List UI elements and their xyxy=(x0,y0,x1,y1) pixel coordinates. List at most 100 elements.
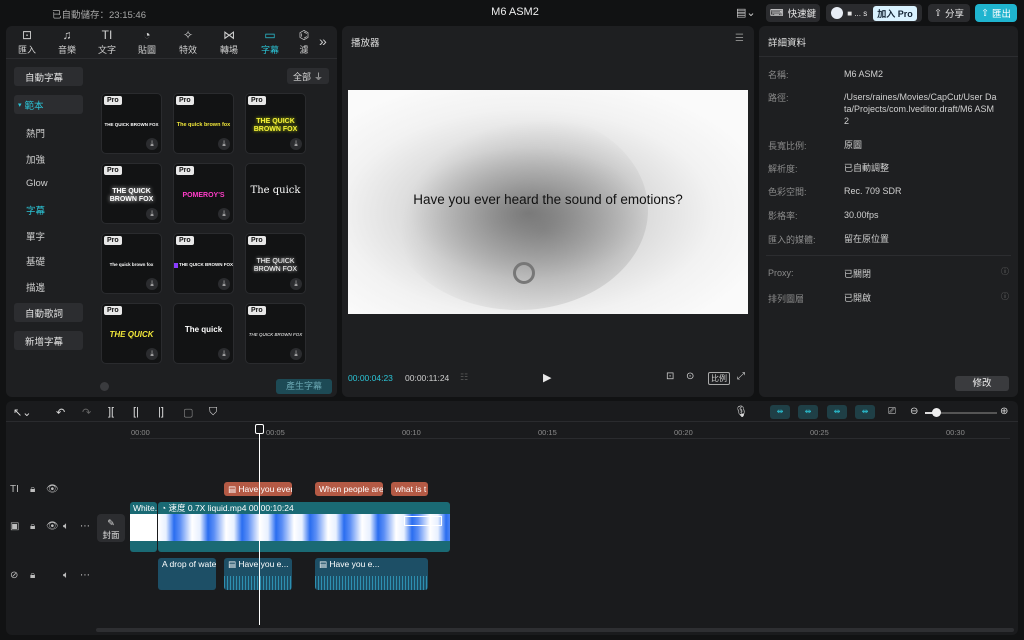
modify-button[interactable]: 修改 xyxy=(955,376,1009,391)
export-button[interactable]: ⇧ 匯出 xyxy=(975,4,1017,22)
caption-template-card[interactable]: Pro THE QUICK BROWN FOX ⤓ xyxy=(245,233,306,294)
caption-clip[interactable]: ▤ Have you ever xyxy=(224,482,292,496)
shortcuts-button[interactable]: ⌨ 快速鍵 xyxy=(766,4,820,22)
video-clip-liquid[interactable]: ◔ 速度 0.7X liquid.mp4 00:00:10:24 xyxy=(158,502,450,552)
download-icon[interactable]: ⤓ xyxy=(290,278,302,290)
play-icon[interactable]: ▶ xyxy=(543,371,551,384)
download-icon[interactable]: ⤓ xyxy=(146,348,158,360)
caption-template-card[interactable]: Pro THE QUICK BROWN FOX ⤓ xyxy=(245,303,306,364)
screen-icon[interactable]: ⎚ xyxy=(888,406,896,417)
download-icon[interactable]: ⤓ xyxy=(146,278,158,290)
add-caption-button[interactable]: 新增字幕 xyxy=(14,331,83,350)
cover-button[interactable]: ✎ 封面 xyxy=(97,514,125,542)
more-tools-icon[interactable]: » xyxy=(319,33,327,49)
link-icon[interactable]: ⇹ xyxy=(798,405,818,419)
playhead-handle[interactable] xyxy=(255,424,264,434)
account-button[interactable]: ■ ... s 加入 Pro xyxy=(826,4,922,22)
horizontal-scrollbar[interactable] xyxy=(96,628,1014,632)
auto-caption-button[interactable]: 自動字幕 xyxy=(14,67,83,86)
undo-icon[interactable]: ↶ xyxy=(56,406,65,419)
caption-template-card[interactable]: Pro POMEROY'S ⤓ xyxy=(173,163,234,224)
caption-overlay[interactable]: Have you ever heard the sound of emotion… xyxy=(348,192,748,207)
more-icon[interactable]: ⋯ xyxy=(80,570,90,581)
radio-icon[interactable] xyxy=(100,381,109,391)
category-glow[interactable]: Glow xyxy=(26,178,48,189)
zoom-slider-handle[interactable] xyxy=(932,408,941,417)
ratio-button[interactable]: 比例 xyxy=(708,372,730,385)
caption-template-card[interactable]: The quick xyxy=(245,163,306,224)
caption-template-card[interactable]: Pro The quick brown fox ⤓ xyxy=(101,233,162,294)
download-icon[interactable]: ⤓ xyxy=(146,138,158,150)
info-icon[interactable]: ⓘ xyxy=(1001,291,1009,302)
redo-icon[interactable]: ↷ xyxy=(82,406,91,419)
caption-template-card[interactable]: Pro THE QUICK BROWN FOX ⤓ xyxy=(101,163,162,224)
tool-audio[interactable]: ♫ 音樂 xyxy=(50,28,84,56)
share-button[interactable]: ⇪ 分享 xyxy=(928,4,970,22)
audio-clip[interactable]: ▤ Have you e... xyxy=(224,558,292,590)
download-icon[interactable]: ⤓ xyxy=(290,138,302,150)
caption-template-card[interactable]: Pro THE QUICK ⤓ xyxy=(101,303,162,364)
category-word[interactable]: 單字 xyxy=(26,229,45,243)
menu-icon[interactable]: ☰ xyxy=(735,33,744,44)
category-stroke[interactable]: 描邊 xyxy=(26,280,45,294)
generate-caption-button[interactable]: 產生字幕 xyxy=(276,378,332,394)
eye-icon[interactable]: 👁︎ xyxy=(46,521,59,532)
split-icon[interactable]: ][ xyxy=(108,406,114,418)
video-clip-white[interactable]: White. xyxy=(130,502,157,552)
download-icon[interactable]: ⤓ xyxy=(146,208,158,220)
audio-clip[interactable]: A drop of water xyxy=(158,558,216,590)
download-icon[interactable]: ⤓ xyxy=(218,348,230,360)
tool-text[interactable]: TI 文字 xyxy=(90,28,124,56)
timeline-grid-icon[interactable]: ☷ xyxy=(460,372,468,383)
split-left-icon[interactable]: [| xyxy=(133,406,139,418)
zoom-icon[interactable]: ⊙ xyxy=(686,371,694,382)
magnet-icon[interactable]: ⇹ xyxy=(770,405,790,419)
fit-icon[interactable]: ⊡ xyxy=(666,371,674,382)
download-icon[interactable]: ⤓ xyxy=(290,348,302,360)
caption-template-card[interactable]: Pro THE QUICK BROWN FOX ⤓ xyxy=(245,93,306,154)
download-icon[interactable]: ⤓ xyxy=(218,138,230,150)
caption-template-card[interactable]: Pro THE QUICK BROWN FOX ⤓ xyxy=(173,233,234,294)
caption-clip[interactable]: what is t xyxy=(391,482,428,496)
fullscreen-icon[interactable]: ⤢ xyxy=(737,371,745,382)
audio-clip[interactable]: ▤ Have you e... xyxy=(315,558,428,590)
layout-icon[interactable]: ▤⌄ xyxy=(736,6,756,19)
lock-icon[interactable]: 🔒︎ xyxy=(30,521,35,532)
template-section[interactable]: ▾ 範本 xyxy=(14,95,83,114)
split-right-icon[interactable]: |] xyxy=(158,406,164,418)
tool-sticker[interactable]: ◔ 貼圖 xyxy=(130,28,164,56)
zoom-in-icon[interactable]: ⊕ xyxy=(1000,406,1008,417)
category-captions[interactable]: 字幕 xyxy=(26,203,45,217)
category-basic[interactable]: 基礎 xyxy=(26,254,45,268)
preview-axis-icon[interactable]: ⇹ xyxy=(827,405,847,419)
join-pro-badge[interactable]: 加入 Pro xyxy=(873,5,917,21)
download-icon[interactable]: ⤓ xyxy=(218,278,230,290)
filter-dropdown[interactable]: 全部 ⏚ xyxy=(287,68,329,84)
caption-template-card[interactable]: Pro The quick brown fox ⤓ xyxy=(173,93,234,154)
zoom-out-icon[interactable]: ⊖ xyxy=(910,406,918,417)
lock-icon[interactable]: 🔒︎ xyxy=(30,570,35,581)
tool-captions[interactable]: ▭ 字幕 xyxy=(253,28,287,56)
speaker-icon[interactable]: 🔈︎ xyxy=(63,570,69,581)
shield-icon[interactable]: ⛉ xyxy=(209,406,217,419)
speaker-icon[interactable]: 🔈︎ xyxy=(63,521,69,532)
caption-template-card[interactable]: The quick ⤓ xyxy=(173,303,234,364)
caption-template-card[interactable]: Pro THE QUICK BROWN FOX ⤓ xyxy=(101,93,162,154)
snap-icon[interactable]: ⇹ xyxy=(855,405,875,419)
playhead[interactable] xyxy=(259,425,260,625)
caption-clip[interactable]: When people are xyxy=(315,482,383,496)
microphone-icon[interactable]: 🎙 xyxy=(734,405,748,418)
info-icon[interactable]: ⓘ xyxy=(1001,266,1009,277)
auto-lyrics-button[interactable]: 自動歌詞 xyxy=(14,303,83,322)
download-icon[interactable]: ⤓ xyxy=(218,208,230,220)
video-preview[interactable]: Have you ever heard the sound of emotion… xyxy=(348,90,748,314)
lock-icon[interactable]: 🔒︎ xyxy=(30,484,35,495)
tool-filter[interactable]: ⌬ 濾 xyxy=(292,28,316,56)
category-enhance[interactable]: 加強 xyxy=(26,152,45,166)
delete-icon[interactable]: ▢ xyxy=(183,406,193,419)
select-tool-icon[interactable]: ↖⌄ xyxy=(13,406,31,419)
tool-import[interactable]: ⊡ 匯入 xyxy=(10,28,44,56)
eye-icon[interactable]: 👁︎ xyxy=(46,484,59,495)
more-icon[interactable]: ⋯ xyxy=(80,521,90,532)
category-hot[interactable]: 熱門 xyxy=(26,126,45,140)
